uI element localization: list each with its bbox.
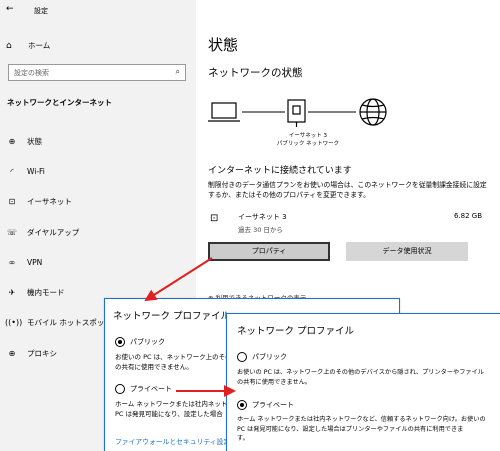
- sidebar-item-ethernet[interactable]: ⊡ イーサネット: [0, 187, 196, 217]
- search-input[interactable]: 設定の検索 ⌕: [8, 64, 186, 81]
- search-icon: ⌕: [175, 67, 180, 76]
- private-label: プライベート: [252, 401, 294, 409]
- sidebar-item-label: 機内モード: [27, 288, 65, 298]
- vpn-icon: ∞: [8, 257, 16, 267]
- sidebar-item-label: Wi-Fi: [27, 166, 45, 176]
- home-label: ホーム: [28, 41, 51, 50]
- private-radio[interactable]: プライベート: [115, 384, 172, 394]
- window-title: 設定: [34, 7, 48, 15]
- sidebar-item-label: VPN: [27, 257, 43, 267]
- public-desc-line2: の共有に使用できません。: [237, 378, 312, 386]
- adapter-period: 過去 30 日から: [238, 226, 283, 234]
- sidebar-item-label: 状態: [27, 136, 42, 146]
- radio-selected-icon: [237, 400, 247, 410]
- sidebar-item-dialup[interactable]: ☏ ダイヤルアップ: [0, 217, 196, 247]
- private-label: プライベート: [130, 385, 172, 393]
- public-label: パブリック: [130, 338, 165, 346]
- hotspot-icon: ((•)): [5, 318, 23, 328]
- adapter-name: イーサネット 3: [238, 213, 287, 221]
- public-radio[interactable]: パブリック: [115, 337, 165, 347]
- properties-button[interactable]: プロパティ: [208, 242, 330, 261]
- public-desc-line1: お使いの PC は、ネットワーク上のその他のデバイスから隠され、プリンターやファ…: [237, 369, 484, 376]
- search-placeholder: 設定の検索: [14, 69, 49, 77]
- public-label: パブリック: [252, 353, 287, 361]
- airplane-icon: ✈: [8, 288, 16, 298]
- ethernet-caption-name: イーサネット 3: [288, 133, 328, 139]
- private-description: ホーム ネットワークまたは社内ネットワークなど、信頼するネットワーク向け。お使い…: [237, 415, 499, 444]
- ethernet-icon: ⊡: [210, 213, 219, 224]
- arrow-left-icon[interactable]: ←: [6, 4, 14, 14]
- sidebar-item-label: モバイル ホットスポット: [27, 318, 112, 328]
- sidebar-item-vpn[interactable]: ∞ VPN: [0, 247, 196, 277]
- public-description: お使いの PC は、ネットワーク上のその他のデバイスから隠され、プリンターやファ…: [237, 368, 499, 387]
- data-usage-button[interactable]: データ使用状況: [346, 242, 468, 261]
- connection-status: インターネットに接続されています: [208, 166, 352, 176]
- ethernet-caption-type: パブリック ネットワーク: [276, 141, 340, 147]
- private-radio[interactable]: プライベート: [237, 400, 294, 410]
- public-radio[interactable]: パブリック: [237, 352, 287, 362]
- sidebar-item-wifi[interactable]: ◜ Wi-Fi: [0, 156, 196, 186]
- page-title: 状態: [208, 36, 239, 54]
- public-description: お使いの PC は、ネットワーク上のその の共有に使用できません。: [115, 353, 232, 372]
- wifi-icon: ◜: [10, 166, 14, 176]
- sidebar-item-label: イーサネット: [27, 197, 72, 207]
- ethernet-port-icon: [287, 99, 306, 127]
- dialup-icon: ☏: [6, 227, 17, 237]
- private-desc-line3: す。: [237, 435, 249, 442]
- dialog-title: ネットワーク プロファイル: [237, 326, 355, 337]
- adapter-usage: 6.82 GB: [453, 212, 482, 220]
- home-icon: ⌂: [6, 40, 12, 51]
- private-desc-line2: PC は発見可能になり、設定した場合: [115, 409, 223, 418]
- ethernet-icon: ⊡: [8, 197, 16, 207]
- private-desc-line2: PC は発見可能になり、設定した場合はプリンターやファイルの共有に利用できま: [237, 425, 464, 433]
- section-subtitle: ネットワークの状態: [208, 67, 303, 79]
- laptop-icon: [208, 102, 240, 122]
- sidebar-item-label: ダイヤルアップ: [27, 227, 80, 237]
- public-desc-line2: の共有に使用できません。: [115, 362, 193, 371]
- globe-icon: [359, 98, 387, 126]
- dialog-title: ネットワーク プロファイル: [113, 311, 231, 322]
- ethernet-caption: イーサネット 3 パブリック ネットワーク: [268, 132, 348, 148]
- home-nav[interactable]: ⌂ ホーム: [6, 40, 50, 51]
- radio-unselected-icon: [237, 352, 247, 362]
- globe-icon: ⊕: [8, 348, 16, 358]
- metered-description: 制限付きのデータ通信プランをお使いの場合は、このネットワークを従量制課金接続に設…: [208, 181, 487, 199]
- private-description: ホーム ネットワークまたは社内ネット PC は発見可能になり、設定した場合: [115, 400, 230, 419]
- adapter-row: ⊡ イーサネット 3 過去 30 日から 6.82 GB: [208, 212, 488, 236]
- title-bar: ← 設定: [0, 0, 196, 20]
- section-title: ネットワークとインターネット: [7, 98, 112, 107]
- radio-selected-icon: [115, 337, 125, 347]
- radio-unselected-icon: [115, 384, 125, 394]
- firewall-settings-link[interactable]: ファイアウォールとセキュリティ設定の構: [115, 436, 244, 446]
- private-desc-line1: ホーム ネットワークまたは社内ネット: [115, 400, 228, 408]
- globe-icon: ⊕: [8, 136, 16, 146]
- private-desc-line1: ホーム ネットワークまたは社内ネットワークなど、信頼するネットワーク向け。お使い…: [237, 416, 486, 423]
- public-desc-line1: お使いの PC は、ネットワーク上のその: [115, 353, 232, 361]
- network-profile-dialog-after: ネットワーク プロファイル パブリック お使いの PC は、ネットワーク上のその…: [226, 313, 500, 451]
- sidebar-item-label: プロキシ: [27, 348, 57, 358]
- sidebar-item-status[interactable]: ⊕ 状態: [0, 126, 196, 156]
